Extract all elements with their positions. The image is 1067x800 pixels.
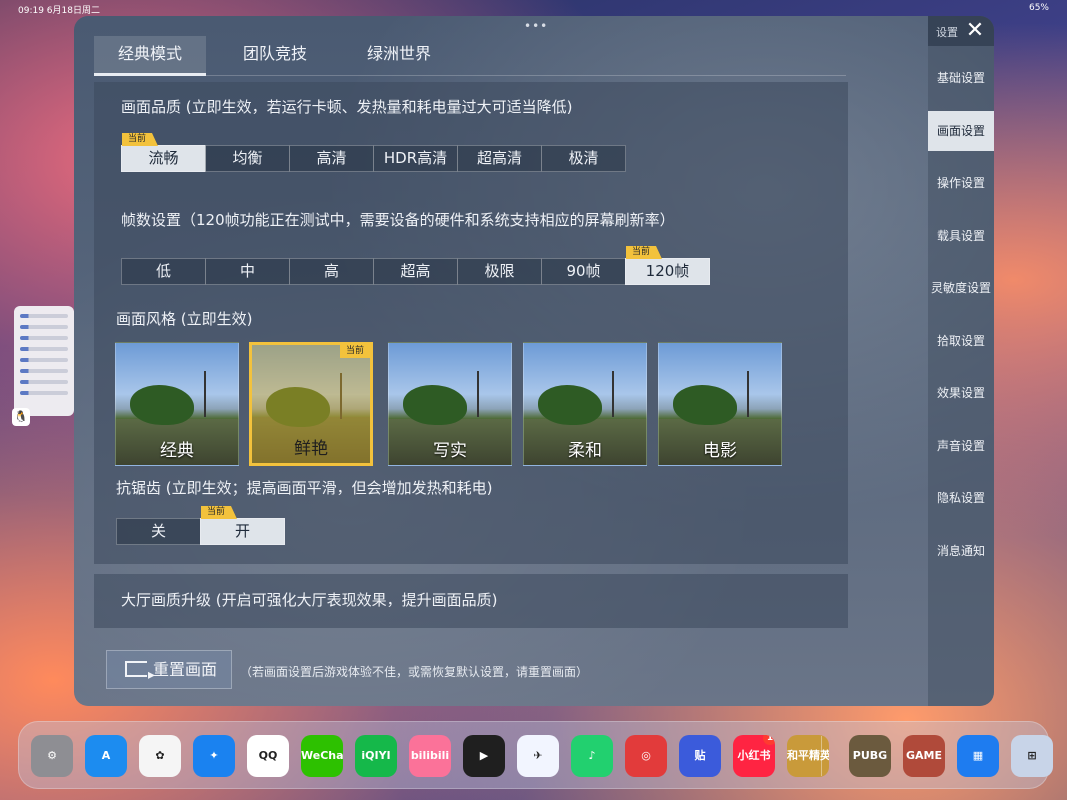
status-battery: 65% — [1028, 3, 1049, 13]
sidebar-title: 设置 — [936, 26, 958, 39]
antialias-option-on[interactable]: 当前 开 — [200, 506, 285, 545]
bilibili-app-icon[interactable]: bilibili — [409, 735, 451, 777]
style-label: 写实 — [433, 441, 467, 461]
sidebar-item-effects[interactable]: 效果设置 — [928, 373, 994, 413]
iqiyi-app-icon[interactable]: iQIYI — [355, 735, 397, 777]
sidebar-item-basic[interactable]: 基础设置 — [928, 58, 994, 98]
fps-option-high[interactable]: 高 — [289, 258, 374, 285]
quality-option-smooth[interactable]: 当前 流畅 — [121, 133, 206, 172]
style-label: 经典 — [160, 441, 194, 461]
style-option-cinematic[interactable]: 电影 — [658, 342, 782, 466]
status-time: 09:19 6月18日周二 — [18, 6, 100, 16]
style-option-realistic[interactable]: 写实 — [388, 342, 512, 466]
netease-music-app-icon[interactable]: ◎ — [625, 735, 667, 777]
style-option-classic[interactable]: 经典 — [115, 342, 239, 466]
qq-app-icon[interactable]: QQ — [247, 735, 289, 777]
framerate-title: 帧数设置（120帧功能正在测试中，需要设备的硬件和系统支持相应的屏幕刷新率） — [121, 211, 675, 229]
safari-app-icon[interactable]: ✦ — [193, 735, 235, 777]
option-label: 流畅 — [148, 149, 179, 167]
style-label: 鲜艳 — [294, 439, 328, 459]
graphics-settings-panel: 画面品质 (立即生效，若运行卡顿、发热量和耗电量过大可适当降低) 当前 流畅 均… — [94, 82, 848, 564]
qq-penguin-icon: 🐧 — [12, 408, 30, 426]
lobby-upgrade-title: 大厅画质升级 (开启可强化大厅表现效果，提升画面品质) — [121, 591, 498, 609]
reset-label: 重置画面 — [153, 660, 218, 679]
fps-option-ultra[interactable]: 超高 — [373, 258, 458, 285]
antialias-title: 抗锯齿 (立即生效；提高画面平滑，但会增加发热和耗电) — [116, 479, 493, 497]
xiaohongshu-app-icon[interactable]: 小红书 1 — [733, 735, 775, 777]
qq-music-app-icon[interactable]: ♪ — [571, 735, 613, 777]
wechat-app-icon[interactable]: WeChat — [301, 735, 343, 777]
quality-option-hd[interactable]: 高清 — [289, 145, 374, 172]
tab-team-deathmatch[interactable]: 团队竞技 — [220, 36, 330, 76]
current-tag: 当前 — [122, 133, 159, 146]
app-library-app-icon[interactable]: ⊞ — [1011, 735, 1053, 777]
pubg-app-icon[interactable]: PUBG — [849, 735, 891, 777]
style-title: 画面风格 (立即生效) — [116, 310, 253, 328]
fps-option-120[interactable]: 当前 120帧 — [625, 246, 710, 285]
widget-app-app-icon[interactable]: ▦ — [957, 735, 999, 777]
sidebar-item-sound[interactable]: 声音设置 — [928, 426, 994, 466]
window-grip-icon[interactable]: ••• — [524, 19, 548, 33]
notification-badge: 1 — [763, 735, 775, 745]
game-settings-window: ••• 经典模式 团队竞技 绿洲世界 画面品质 (立即生效，若运行卡顿、发热量和… — [74, 16, 994, 706]
option-label: 120帧 — [645, 262, 690, 280]
tab-oasis-world[interactable]: 绿洲世界 — [344, 36, 454, 76]
reset-graphics-button[interactable]: 重置画面 — [106, 650, 232, 694]
current-tag: 当前 — [626, 246, 663, 259]
lobby-upgrade-panel[interactable]: 大厅画质升级 (开启可强化大厅表现效果，提升画面品质) — [94, 574, 848, 628]
photos-app-icon[interactable]: ✿ — [139, 735, 181, 777]
app-store-app-icon[interactable]: A — [85, 735, 127, 777]
settings-app-icon[interactable]: ⚙ — [31, 735, 73, 777]
sidebar-item-controls[interactable]: 操作设置 — [928, 163, 994, 203]
status-bar: 09:19 6月18日周二 65% — [0, 0, 1067, 16]
sidebar-item-vehicle[interactable]: 载具设置 — [928, 216, 994, 256]
quality-title: 画面品质 (立即生效，若运行卡顿、发热量和耗电量过大可适当降低) — [121, 98, 573, 116]
fps-option-medium[interactable]: 中 — [205, 258, 290, 285]
reset-icon — [125, 657, 155, 694]
sidebar-header: 设置 ✕ — [928, 16, 994, 46]
quality-options: 当前 流畅 均衡 高清 HDR高清 超高清 极清 — [121, 133, 626, 172]
current-tag: 当前 — [339, 345, 370, 358]
fps-option-low[interactable]: 低 — [121, 258, 206, 285]
game-2-app-icon[interactable]: GAME — [903, 735, 945, 777]
quality-option-balanced[interactable]: 均衡 — [205, 145, 290, 172]
dock: ⚙ A ✿ ✦ QQ WeChat iQIYI bilibili ▶ ✈ ♪ ◎ 贴小红书1 和平精英 PU… — [18, 721, 1053, 789]
tieba-app-icon[interactable]: 贴 — [679, 735, 721, 777]
option-label: 开 — [234, 522, 250, 540]
fps-option-extreme[interactable]: 极限 — [457, 258, 542, 285]
feishu-app-icon[interactable]: ✈ — [517, 735, 559, 777]
fps-option-90[interactable]: 90帧 — [541, 258, 626, 285]
reset-note: （若画面设置后游戏体验不佳，或需恢复默认设置，请重置画面） — [240, 665, 589, 679]
sidebar-item-sensitivity[interactable]: 灵敏度设置 — [928, 268, 994, 308]
sidebar-item-privacy[interactable]: 隐私设置 — [928, 478, 994, 518]
style-label: 柔和 — [568, 441, 602, 461]
style-option-vivid[interactable]: 当前 鲜艳 — [249, 342, 373, 466]
quality-option-uhd[interactable]: 超高清 — [457, 145, 542, 172]
dock-separator — [821, 736, 822, 776]
framerate-options: 低 中 高 超高 极限 90帧 当前 120帧 — [121, 246, 710, 285]
antialias-option-off[interactable]: 关 — [116, 518, 201, 545]
tencent-video-app-icon[interactable]: ▶ — [463, 735, 505, 777]
close-icon[interactable]: ✕ — [962, 18, 988, 44]
style-label: 电影 — [703, 441, 737, 461]
sidebar-item-graphics[interactable]: 画面设置 — [928, 111, 994, 151]
honor-of-kings-app-icon[interactable]: 和平精英 — [787, 735, 829, 777]
slide-over-app-preview[interactable] — [14, 306, 74, 416]
style-option-soft[interactable]: 柔和 — [523, 342, 647, 466]
antialias-options: 关 当前 开 — [116, 506, 285, 545]
mode-tabs: 经典模式 团队竞技 绿洲世界 — [94, 36, 846, 76]
quality-option-extreme[interactable]: 极清 — [541, 145, 626, 172]
current-tag: 当前 — [201, 506, 238, 519]
quality-option-hdr[interactable]: HDR高清 — [373, 145, 458, 172]
sidebar-item-notifications[interactable]: 消息通知 — [928, 531, 994, 571]
settings-sidebar: 设置 ✕ 基础设置 画面设置 操作设置 载具设置 灵敏度设置 拾取设置 效果设置… — [928, 16, 994, 706]
tab-classic[interactable]: 经典模式 — [94, 36, 206, 76]
sidebar-item-pickup[interactable]: 拾取设置 — [928, 321, 994, 361]
